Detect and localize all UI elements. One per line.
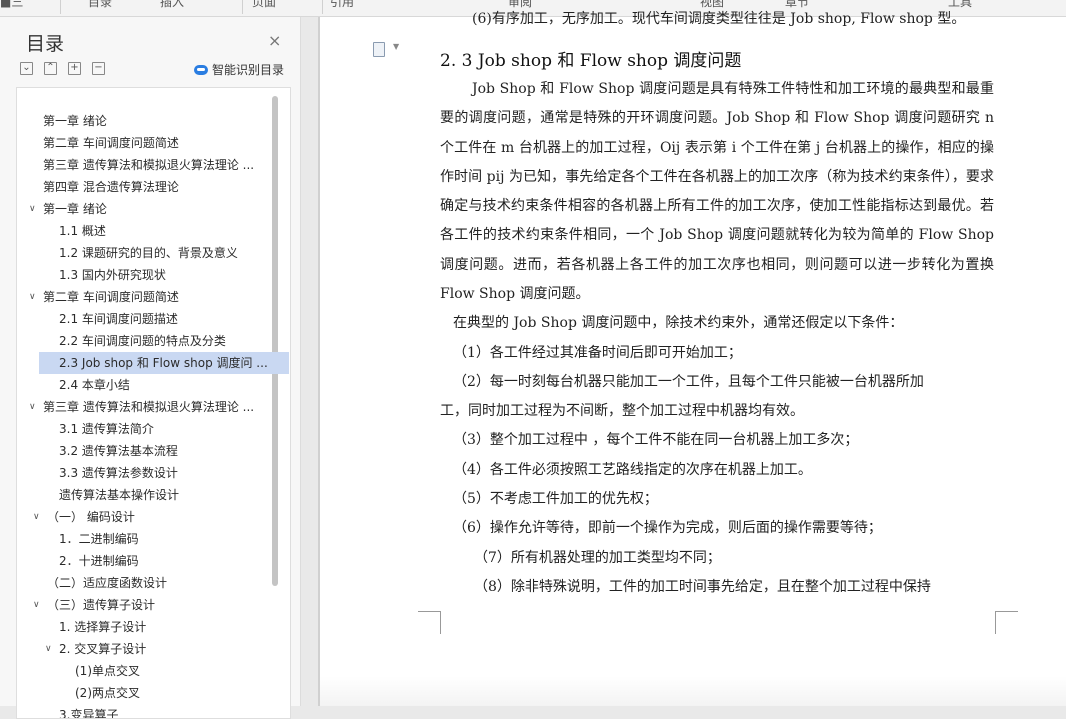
paragraph-main: Job Shop 和 Flow Shop 调度问题是具有特殊工件特性和加工环境的… [440, 81, 994, 303]
condition-1: （1）各工件经过其准备时间后即可开始加工； [453, 345, 742, 361]
ribbon-fragment-4[interactable]: 引用 [330, 0, 354, 10]
doc-line-prev: (6)有序加工，无序加工。现代车间调度类型往往是 Job shop, Flow … [472, 11, 966, 27]
ribbon-fragment-3[interactable]: 页面 [252, 0, 276, 10]
smart-toc-label: 智能识别目录 [212, 63, 285, 77]
condition-2a: （2）每一时刻每台机器只能加工一个工件，且每个工件只能被一台机器所加 [453, 374, 924, 390]
toc-item[interactable]: 遗传算法基本操作设计 [59, 484, 271, 506]
toc-item[interactable]: (1)单点交叉 [75, 660, 271, 682]
page-margin-mark-left [418, 611, 441, 634]
toc-item[interactable]: 2.4 本章小结 [59, 374, 271, 396]
toc-item[interactable]: （二）适应度函数设计 [47, 572, 271, 594]
toc-item[interactable]: 2.2 车间调度问题的特点及分类 [59, 330, 271, 352]
chevron-down-icon[interactable]: ∨ [29, 198, 36, 220]
toc-item[interactable]: 1. 选择算子设计 [59, 616, 271, 638]
toc-item[interactable]: 3.2 遗传算法基本流程 [59, 440, 271, 462]
ribbon-fragment-1[interactable]: 目录 [88, 0, 112, 10]
ai-cloud-icon [194, 65, 208, 75]
chevron-down-icon[interactable]: ∨ [29, 286, 36, 308]
toc-item[interactable]: 3.变异算子 [59, 704, 271, 718]
chevron-down-icon[interactable]: ∨ [33, 594, 40, 616]
toc-item[interactable]: （一） 编码设计 [47, 506, 271, 528]
toc-item[interactable]: 第三章 遗传算法和模拟退火算法理论 ... [43, 396, 271, 418]
ribbon-fragment-0[interactable]: ■三 [0, 0, 23, 10]
condition-3: （3）整个加工过程中 ，每个工件不能在同一台机器上加工多次； [453, 432, 859, 448]
toc-item[interactable]: 第四章 混合遗传算法理论 [43, 176, 271, 198]
toc-item[interactable]: 3.3 遗传算法参数设计 [59, 462, 271, 484]
toc-item[interactable]: 2. 交叉算子设计 [59, 638, 271, 660]
close-icon[interactable]: × [268, 31, 281, 50]
condition-4: （4）各工件必须按照工艺路线指定的次序在机器上加工。 [453, 462, 812, 478]
toc-item[interactable]: 3.1 遗传算法简介 [59, 418, 271, 440]
toc-item[interactable]: 1.3 国内外研究现状 [59, 264, 271, 286]
toc-item[interactable]: 1.1 概述 [59, 220, 271, 242]
condition-6: （6）操作允许等待，即前一个操作为完成，则后面的操作需要等待； [453, 520, 882, 536]
toc-panel: 目录 × ⌄ ⌃ + − 智能识别目录 第一章 绪论 第二章 车间调度问题简述 第三… [0, 17, 301, 719]
toc-title: 目录 [26, 33, 65, 55]
toc-item[interactable]: 1.2 课题研究的目的、背景及意义 [59, 242, 271, 264]
paragraph-menu-icon[interactable] [373, 42, 385, 57]
condition-7: （7）所有机器处理的加工类型均不同； [474, 550, 721, 566]
remove-level-icon[interactable]: − [92, 62, 105, 75]
toc-item[interactable]: 第二章 车间调度问题简述 [43, 286, 271, 308]
toc-item[interactable]: 第二章 车间调度问题简述 [43, 132, 271, 154]
expand-all-icon[interactable]: ⌄ [20, 62, 33, 75]
intro-line: 在典型的 Job Shop 调度问题中，除技术约束外，通常还假定以下条件： [453, 315, 904, 331]
page-gap [320, 676, 1066, 706]
toc-item[interactable]: 第三章 遗传算法和模拟退火算法理论 ... [43, 154, 271, 176]
ribbon-fragment-2[interactable]: 插入 [160, 0, 184, 10]
add-level-icon[interactable]: + [68, 62, 81, 75]
condition-8: （8）除非特殊说明，工件的加工时间事先给定，且在整个加工过程中保持 [474, 579, 931, 595]
toc-item[interactable]: 1．二进制编码 [59, 528, 271, 550]
toc-item[interactable]: 2．十进制编码 [59, 550, 271, 572]
toc-item-selected[interactable]: 2.3 Job shop 和 Flow shop 调度问 ... [39, 352, 289, 374]
toc-item[interactable]: (2)两点交叉 [75, 682, 271, 704]
chevron-down-icon[interactable]: ▼ [393, 42, 399, 51]
section-heading: 2. 3 Job shop 和 Flow shop 调度问题 [440, 51, 742, 71]
toc-item[interactable]: （三）遗传算子设计 [47, 594, 271, 616]
toc-item[interactable]: 第一章 绪论 [43, 110, 271, 132]
toc-item[interactable]: 第一章 绪论 [43, 198, 271, 220]
condition-5: （5）不考虑工件加工的优先权； [453, 491, 658, 507]
toc-item[interactable]: 2.1 车间调度问题描述 [59, 308, 271, 330]
condition-2b: 工，同时加工过程为不间断，整个加工过程中机器均有效。 [440, 403, 804, 419]
chevron-down-icon[interactable]: ∨ [45, 638, 52, 660]
chevron-down-icon[interactable]: ∨ [29, 396, 36, 418]
toc-scrollbar[interactable] [272, 96, 278, 586]
chevron-down-icon[interactable]: ∨ [33, 506, 40, 528]
toc-tree: 第一章 绪论 第二章 车间调度问题简述 第三章 遗传算法和模拟退火算法理论 ... 第… [16, 87, 291, 719]
collapse-all-icon[interactable]: ⌃ [44, 62, 57, 75]
smart-toc-button[interactable]: 智能识别目录 [194, 61, 284, 78]
page-margin-mark-right [995, 611, 1018, 634]
